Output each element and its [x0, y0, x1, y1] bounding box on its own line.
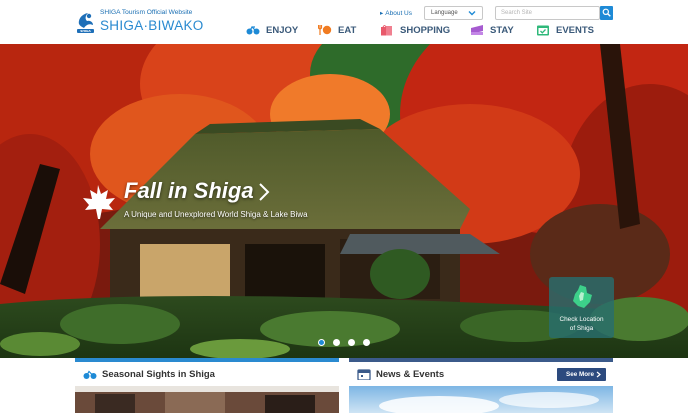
calendar-icon [357, 369, 371, 380]
seasonal-thumbnail[interactable] [75, 386, 339, 413]
maple-leaf-icon [83, 185, 115, 219]
nav-shopping-label: SHOPPING [400, 24, 451, 36]
about-us-label: About Us [385, 10, 413, 17]
see-more-label: See More [566, 371, 594, 378]
site-logo[interactable]: SHIGA SHIGA Tourism Official Website SHI… [76, 9, 216, 37]
language-select[interactable]: Language [424, 6, 483, 20]
hero-subtitle: A Unique and Unexplored World Shiga & La… [124, 210, 308, 219]
nav-shopping[interactable]: SHOPPING [380, 22, 450, 38]
search-input[interactable]: Search Site [495, 6, 600, 20]
nav-enjoy[interactable]: ENJOY [246, 22, 298, 38]
slider-dot[interactable] [333, 339, 340, 346]
chevron-down-icon [468, 11, 476, 16]
food-icon [318, 25, 332, 35]
location-line-2: of Shiga [569, 325, 594, 332]
news-events-section: News & Events See More [349, 358, 613, 413]
nav-enjoy-label: ENJOY [266, 24, 299, 36]
slider-dot[interactable] [318, 339, 325, 346]
bed-icon [471, 25, 483, 35]
search-icon [602, 8, 611, 17]
seasonal-sights-section: Seasonal Sights in Shiga [75, 358, 339, 413]
bicycle-icon [246, 26, 260, 35]
biwako-logo-icon: SHIGA [77, 13, 94, 33]
news-thumbnail[interactable] [349, 386, 613, 413]
hero-title[interactable]: Fall in Shiga [124, 178, 254, 204]
slider-dot[interactable] [348, 339, 355, 346]
arrow-right-icon: ▸ [380, 10, 384, 17]
section-header: Seasonal Sights in Shiga [75, 362, 339, 386]
search-button[interactable] [600, 6, 613, 20]
section-header: News & Events See More [349, 362, 613, 386]
chevron-right-icon [596, 371, 601, 378]
shiga-map-icon [573, 285, 592, 308]
logo-subtitle: SHIGA Tourism Official Website [100, 9, 193, 16]
language-label: Language [431, 10, 458, 16]
chevron-right-icon[interactable] [258, 182, 270, 202]
slider-dot[interactable] [363, 339, 370, 346]
seasonal-title: Seasonal Sights in Shiga [102, 369, 215, 380]
site-header: SHIGA SHIGA Tourism Official Website SHI… [0, 0, 688, 44]
check-location-button[interactable]: Check Location of Shiga [549, 277, 614, 338]
nav-eat-label: EAT [338, 24, 357, 36]
see-more-button[interactable]: See More [557, 368, 606, 381]
news-title: News & Events [376, 369, 445, 380]
about-us-link[interactable]: ▸ About Us [380, 9, 412, 23]
nav-events-label: EVENTS [556, 24, 595, 36]
slider-dots [318, 339, 370, 347]
location-line-1: Check Location [559, 316, 604, 323]
svg-text:SHIGA: SHIGA [80, 29, 91, 33]
nav-stay[interactable]: STAY [470, 22, 514, 38]
nav-events[interactable]: EVENTS [536, 22, 594, 38]
nav-stay-label: STAY [490, 24, 514, 36]
bicycle-icon [83, 370, 97, 379]
search-placeholder: Search Site [501, 10, 533, 16]
shopping-bag-icon [381, 25, 392, 36]
calendar-icon [537, 25, 549, 36]
logo-title: SHIGA·BIWAKO [100, 18, 204, 33]
nav-eat[interactable]: EAT [318, 22, 356, 38]
hero-slider[interactable]: Fall in Shiga A Unique and Unexplored Wo… [0, 44, 688, 358]
